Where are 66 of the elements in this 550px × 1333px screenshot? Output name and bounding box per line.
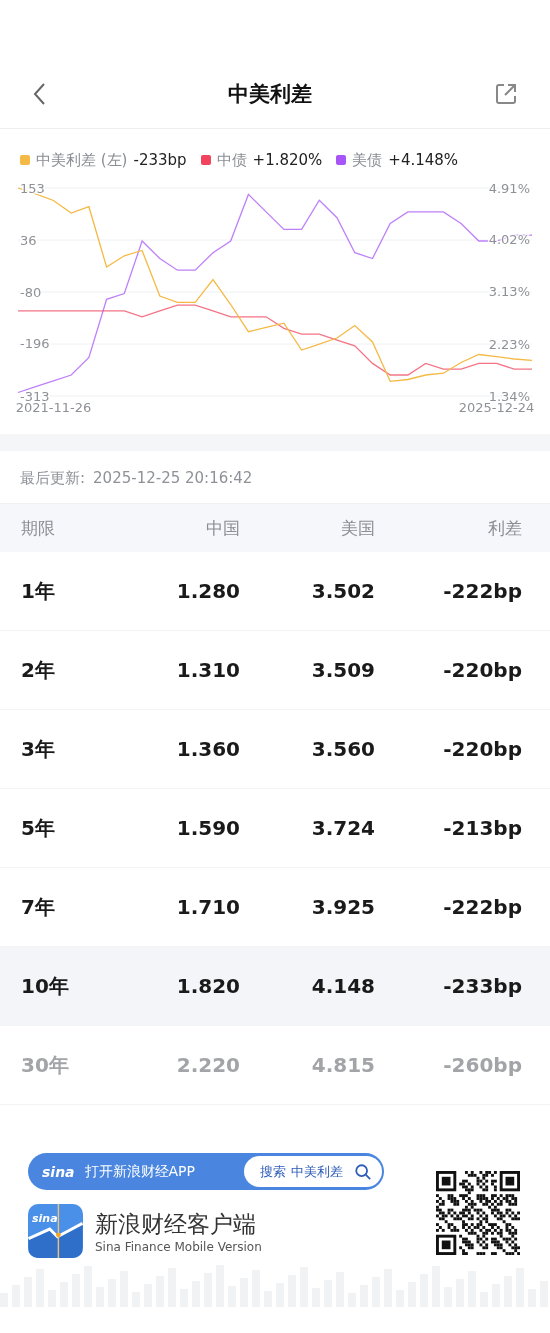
banner-text: 打开新浪财经APP (84, 1162, 195, 1181)
table-row[interactable]: 10年 1.820 4.148 -233bp (0, 947, 550, 1026)
axis-label: 153 (20, 180, 45, 196)
search-label: 搜索 (260, 1162, 286, 1181)
table-row[interactable]: 1年 1.280 3.502 -222bp (0, 552, 550, 631)
column-header: 美国 (340, 516, 375, 540)
column-header: 期限 (21, 516, 56, 540)
table-cell-text: 2.220 (175, 1053, 240, 1077)
axis-label: 3.13% (488, 284, 530, 300)
axis-label: 4.02% (488, 232, 530, 248)
table-cell-text: -222bp (442, 895, 522, 919)
column-header: 中国 (205, 516, 240, 540)
column-header: 利差 (487, 516, 522, 540)
term-cell-text: 5年 (21, 814, 56, 842)
table-cell-text: -222bp (442, 579, 522, 603)
legend-label: 中美利差 (左) (36, 150, 128, 170)
axis-label: -196 (20, 336, 50, 352)
table-cell-text: -213bp (442, 816, 522, 840)
search-term: 中美利差 (291, 1162, 343, 1181)
search-icon[interactable] (354, 1162, 372, 1181)
term-cell-text: 2年 (21, 656, 56, 684)
term-cell-text: 30年 (21, 1051, 70, 1079)
app-banner[interactable]: sina 打开新浪财经APP 搜索 中美利差 (28, 1153, 384, 1190)
sina-logo: sina (32, 1212, 58, 1225)
table-cell-text: 3.560 (310, 737, 375, 761)
axis-label: 4.91% (488, 180, 530, 196)
table-cell-text: 1.710 (175, 895, 240, 919)
table-cell-text: 1.820 (175, 974, 240, 998)
table-cell-text: 3.925 (310, 895, 375, 919)
term-cell-text: 1年 (21, 577, 56, 605)
app-subtitle: Sina Finance Mobile Version (95, 1239, 262, 1254)
update-label: 最后更新: (20, 469, 86, 487)
table-cell-text: 1.590 (175, 816, 240, 840)
table-cell-text: 1.310 (175, 658, 240, 682)
axis-label: 36 (20, 232, 37, 248)
table-cell-text: 3.502 (310, 579, 375, 603)
app-name: 新浪财经客户端 (95, 1209, 257, 1239)
sina-logo: sina (42, 1163, 75, 1180)
table-row[interactable]: 3年 1.360 3.560 -220bp (0, 710, 550, 789)
table-cell-text: -260bp (442, 1053, 522, 1077)
table-cell-text: -220bp (442, 658, 522, 682)
legend-label: 中债 (216, 150, 247, 170)
legend-label: 美债 (352, 150, 383, 170)
term-cell-text: 10年 (21, 972, 70, 1000)
table-cell-text: 3.724 (310, 816, 375, 840)
axis-label: 2.23% (488, 336, 530, 352)
axis-label: -80 (20, 284, 42, 300)
back-icon[interactable] (32, 82, 46, 106)
table-cell-text: -233bp (442, 974, 522, 998)
table-cell-text: 3.509 (310, 658, 375, 682)
table-cell-text: 1.360 (175, 737, 240, 761)
table-cell-text: 4.815 (310, 1053, 375, 1077)
table-row[interactable]: 2年 1.310 3.509 -220bp (0, 631, 550, 710)
page-title: 中美利差 (228, 81, 312, 108)
table-cell-text: 1.280 (175, 579, 240, 603)
term-cell-text: 7年 (21, 893, 56, 921)
table-row[interactable]: 5年 1.590 3.724 -213bp (0, 789, 550, 868)
table-cell-text: 4.148 (310, 974, 375, 998)
legend-value: +1.820% (252, 151, 323, 169)
search-pill[interactable]: 搜索 中美利差 (244, 1156, 382, 1187)
term-cell-text: 3年 (21, 735, 56, 763)
share-icon[interactable] (494, 82, 518, 106)
table-cell-text: -220bp (442, 737, 522, 761)
legend-value: +4.148% (388, 151, 459, 169)
update-time: 2025-12-25 20:16:42 (93, 469, 253, 487)
legend-value: -233bp (133, 151, 187, 169)
